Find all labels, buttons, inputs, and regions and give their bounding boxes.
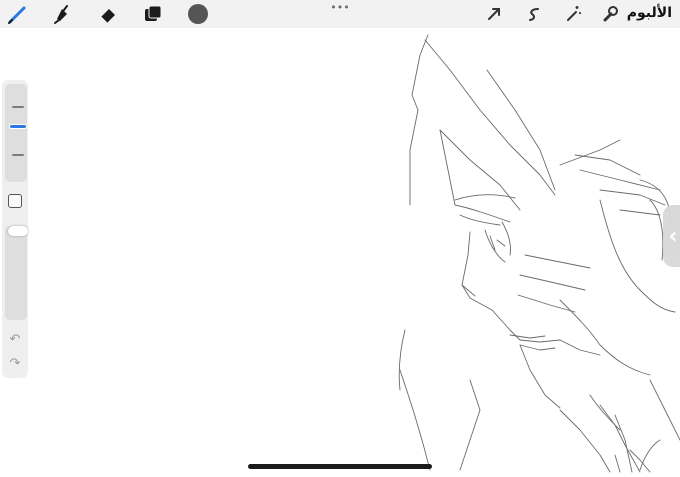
brush-icon[interactable] xyxy=(6,2,30,26)
magic-wand-icon[interactable] xyxy=(561,2,585,26)
opacity-thumb[interactable] xyxy=(8,226,28,236)
layers-icon[interactable] xyxy=(141,2,165,26)
size-tick xyxy=(12,154,24,156)
redo-icon[interactable]: ↷ xyxy=(7,356,23,372)
color-picker-icon[interactable] xyxy=(188,4,208,24)
brush-size-thumb[interactable] xyxy=(10,125,26,128)
left-sidebar: ↶ ↷ xyxy=(2,80,28,378)
more-dots[interactable]: ••• xyxy=(330,1,350,14)
top-toolbar: ••• الألبوم xyxy=(0,0,680,28)
smudge-icon[interactable] xyxy=(50,2,74,26)
eraser-icon[interactable] xyxy=(96,2,120,26)
brush-size-slider[interactable] xyxy=(5,84,27,182)
chevron-left-icon: ‹ xyxy=(668,223,678,249)
side-panel-handle[interactable]: ‹ xyxy=(663,205,680,267)
wrench-icon[interactable] xyxy=(598,2,622,26)
gallery-button[interactable]: الألبوم xyxy=(627,5,672,21)
modify-button[interactable] xyxy=(8,194,22,208)
opacity-slider[interactable] xyxy=(5,226,28,320)
home-indicator xyxy=(248,464,432,469)
undo-icon[interactable]: ↶ xyxy=(7,332,23,348)
drawing-canvas[interactable] xyxy=(0,28,680,473)
transform-arrow-icon[interactable] xyxy=(482,2,506,26)
sketch-artwork xyxy=(398,34,680,473)
selection-icon[interactable] xyxy=(522,2,546,26)
size-tick xyxy=(12,106,24,108)
